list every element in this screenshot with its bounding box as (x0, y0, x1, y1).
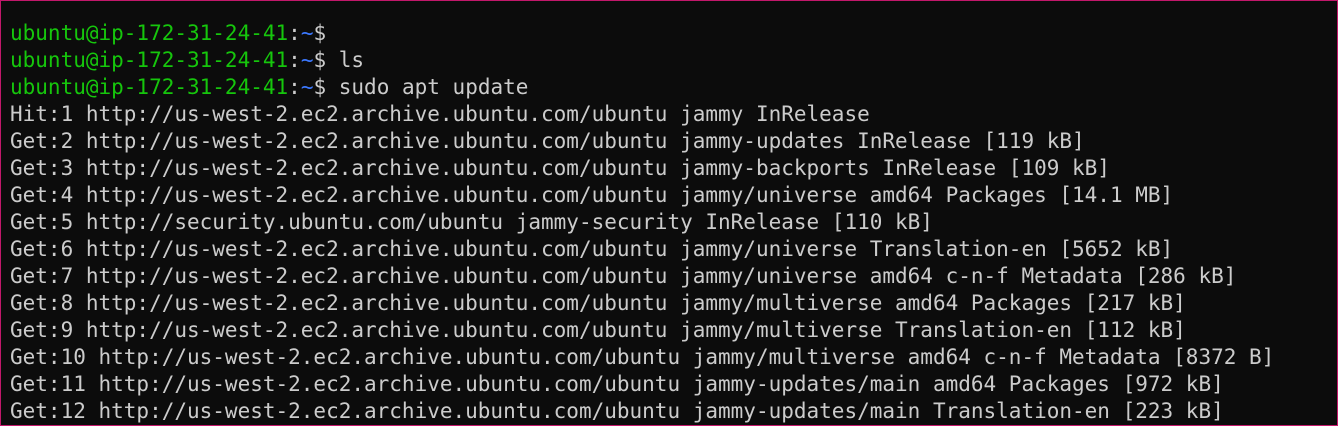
output-line: Get:10 http://us-west-2.ec2.archive.ubun… (10, 345, 1275, 369)
prompt-line: ubuntu@ip-172-31-24-41:~$ sudo apt updat… (10, 74, 1337, 101)
prompt-path: ~ (300, 48, 314, 72)
output-line: Get:9 http://us-west-2.ec2.archive.ubunt… (10, 318, 1186, 342)
prompt-user-host: ubuntu@ip-172-31-24-41 (10, 21, 289, 45)
command-text: sudo apt update (326, 75, 529, 99)
prompt-path: ~ (300, 21, 314, 45)
output-line: Get:12 http://us-west-2.ec2.archive.ubun… (10, 399, 1224, 423)
output-line: Get:7 http://us-west-2.ec2.archive.ubunt… (10, 264, 1237, 288)
output-line: Hit:1 http://us-west-2.ec2.archive.ubunt… (10, 102, 870, 126)
prompt-user-host: ubuntu@ip-172-31-24-41 (10, 48, 289, 72)
command-text: ls (326, 48, 365, 72)
prompt-symbol: $ (313, 21, 327, 45)
terminal-window[interactable]: ubuntu@ip-172-31-24-41:~$ ubuntu@ip-172-… (0, 0, 1338, 426)
prompt-colon: : (288, 21, 301, 45)
prompt-colon: : (288, 48, 301, 72)
prompt-symbol: $ (313, 75, 327, 99)
output-line: Get:5 http://security.ubuntu.com/ubuntu … (10, 210, 933, 234)
output-line: Get:4 http://us-west-2.ec2.archive.ubunt… (10, 183, 1174, 207)
output-line: Get:8 http://us-west-2.ec2.archive.ubunt… (10, 291, 1186, 315)
prompt-colon: : (288, 75, 301, 99)
prompt-user-host: ubuntu@ip-172-31-24-41 (10, 75, 289, 99)
output-line: Get:6 http://us-west-2.ec2.archive.ubunt… (10, 237, 1174, 261)
output-line: Get:2 http://us-west-2.ec2.archive.ubunt… (10, 129, 1085, 153)
output-line: Get:3 http://us-west-2.ec2.archive.ubunt… (10, 156, 1110, 180)
prompt-line: ubuntu@ip-172-31-24-41:~$ (10, 20, 1337, 47)
prompt-symbol: $ (313, 48, 327, 72)
prompt-line: ubuntu@ip-172-31-24-41:~$ ls (10, 47, 1337, 74)
prompt-path: ~ (300, 75, 314, 99)
output-line: Get:11 http://us-west-2.ec2.archive.ubun… (10, 372, 1224, 396)
